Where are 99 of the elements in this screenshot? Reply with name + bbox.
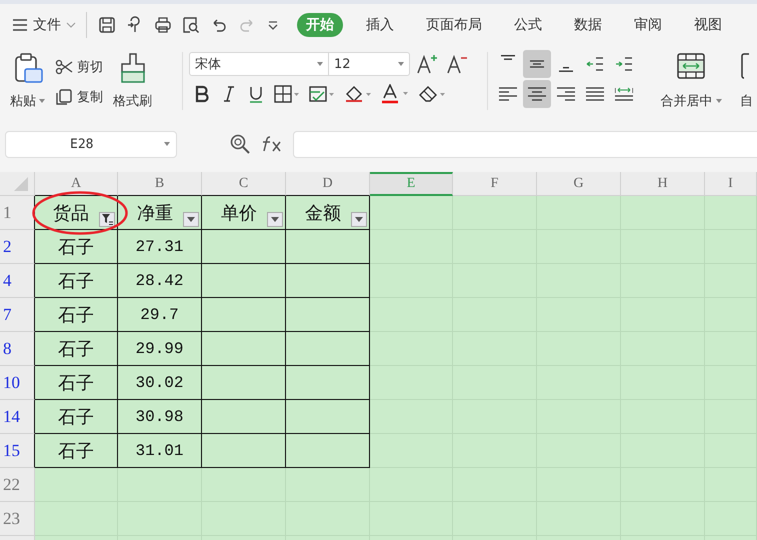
table-cell: 石子 [35,230,118,264]
copy-icon [55,88,73,106]
distribute-icon [615,87,633,101]
filter-button[interactable] [183,212,199,227]
row-header[interactable]: 1 [0,196,35,230]
dropdown-icon [271,217,279,222]
table-cell: 27.31 [118,230,202,264]
caret-icon [716,99,722,104]
underline-icon[interactable] [247,85,265,103]
align-button[interactable] [523,50,551,78]
chevron-icon [66,22,76,28]
align-icon [557,87,575,101]
row-header[interactable]: 22 [0,468,35,502]
row-header[interactable]: 4 [0,264,35,298]
column-header[interactable]: C [202,172,286,196]
align-icon [559,67,573,72]
table-cell: 28.42 [118,264,202,298]
eraser-icon[interactable] [418,85,446,103]
bold-icon[interactable] [193,85,211,103]
menu-icon [12,19,28,31]
row-header[interactable]: 23 [0,502,35,536]
save-icon[interactable] [98,16,116,34]
header-text: 金额 [305,202,341,224]
cell-style-icon[interactable] [309,85,335,103]
align-icon [501,55,515,60]
scissors-icon [55,59,73,75]
align-icon [586,87,604,101]
table-cell: 30.02 [118,366,202,400]
copy-button[interactable]: 复制 [55,88,103,106]
ribbon-tab[interactable]: 视图 [685,13,731,37]
table-cell: 石子 [35,366,118,400]
fill-color-icon[interactable] [344,85,372,103]
table-cell: 石子 [35,434,118,468]
indent-icon [615,57,633,71]
filter-button[interactable] [267,212,283,227]
column-header[interactable]: F [453,172,537,196]
column-header[interactable]: A [35,172,118,196]
table-cell: 石子 [35,264,118,298]
cut-button[interactable]: 剪切 [55,58,103,76]
formula-input[interactable] [293,130,757,158]
name-box[interactable]: E28 [5,130,177,158]
decrease-font-icon[interactable] [446,53,470,75]
font-size-field[interactable]: 12 [328,52,410,76]
align-icon [528,87,546,101]
filter-button[interactable] [99,212,115,227]
print-icon[interactable] [154,16,172,34]
borders-icon[interactable] [274,85,300,103]
header-text: 货品 [53,202,89,224]
align-icon [499,87,517,101]
zoom-icon[interactable] [229,133,251,155]
font-name-field[interactable]: 宋体 [189,52,329,76]
merge-center-button[interactable]: 合并居中 [648,48,734,116]
format-painter-button[interactable]: 格式刷 [111,48,154,116]
table-cell: 29.99 [118,332,202,366]
header-text: 净重 [137,202,173,224]
print-preview-icon[interactable] [182,16,200,34]
column-header[interactable]: H [621,172,705,196]
outdent-icon [586,57,604,71]
table-cell: 石子 [35,298,118,332]
ribbon-tab[interactable]: 公式 [505,13,551,37]
filter-button[interactable] [351,212,367,227]
header-text: 单价 [221,202,257,224]
table-cell: 29.7 [118,298,202,332]
paste-button[interactable]: 粘贴 [8,48,47,116]
dropdown-icon [317,62,323,66]
row-header[interactable]: 2 [0,230,35,264]
table-cell: 30.98 [118,400,202,434]
dropdown-icon [164,142,170,146]
row-header[interactable]: 10 [0,366,35,400]
row-header[interactable]: 7 [0,298,35,332]
column-header[interactable]: G [537,172,621,196]
table-cell: 石子 [35,332,118,366]
table-cell: 石子 [35,400,118,434]
dropdown-icon [187,217,195,222]
file-menu-button[interactable]: 文件 [12,16,76,34]
row-header[interactable]: 8 [0,332,35,366]
row-header[interactable]: 15 [0,434,35,468]
filter-icon [102,214,112,225]
increase-font-icon[interactable] [416,53,440,75]
column-header[interactable]: D [286,172,370,196]
align-button[interactable] [523,80,551,108]
row-header[interactable]: 14 [0,400,35,434]
dropdown-icon [398,62,404,66]
empty-cell [705,196,757,230]
corner-triangle-icon [14,177,28,191]
dropdown-icon [355,217,363,222]
font-color-icon[interactable] [381,84,409,104]
function-icon[interactable] [261,135,283,153]
column-header[interactable]: B [118,172,202,196]
column-header[interactable]: I [705,172,757,196]
ribbon-tab[interactable]: 审阅 [625,13,671,37]
caret-icon [39,99,45,104]
ribbon-tab[interactable]: 插入 [357,13,403,37]
align-icon [530,60,544,68]
merge-cells-icon [676,52,706,80]
ribbon-tab[interactable]: 数据 [565,13,611,37]
ribbon-tab[interactable]: 页面布局 [417,13,491,37]
table-cell: 31.01 [118,434,202,468]
wrap-text-button[interactable]: 自 [738,48,755,116]
